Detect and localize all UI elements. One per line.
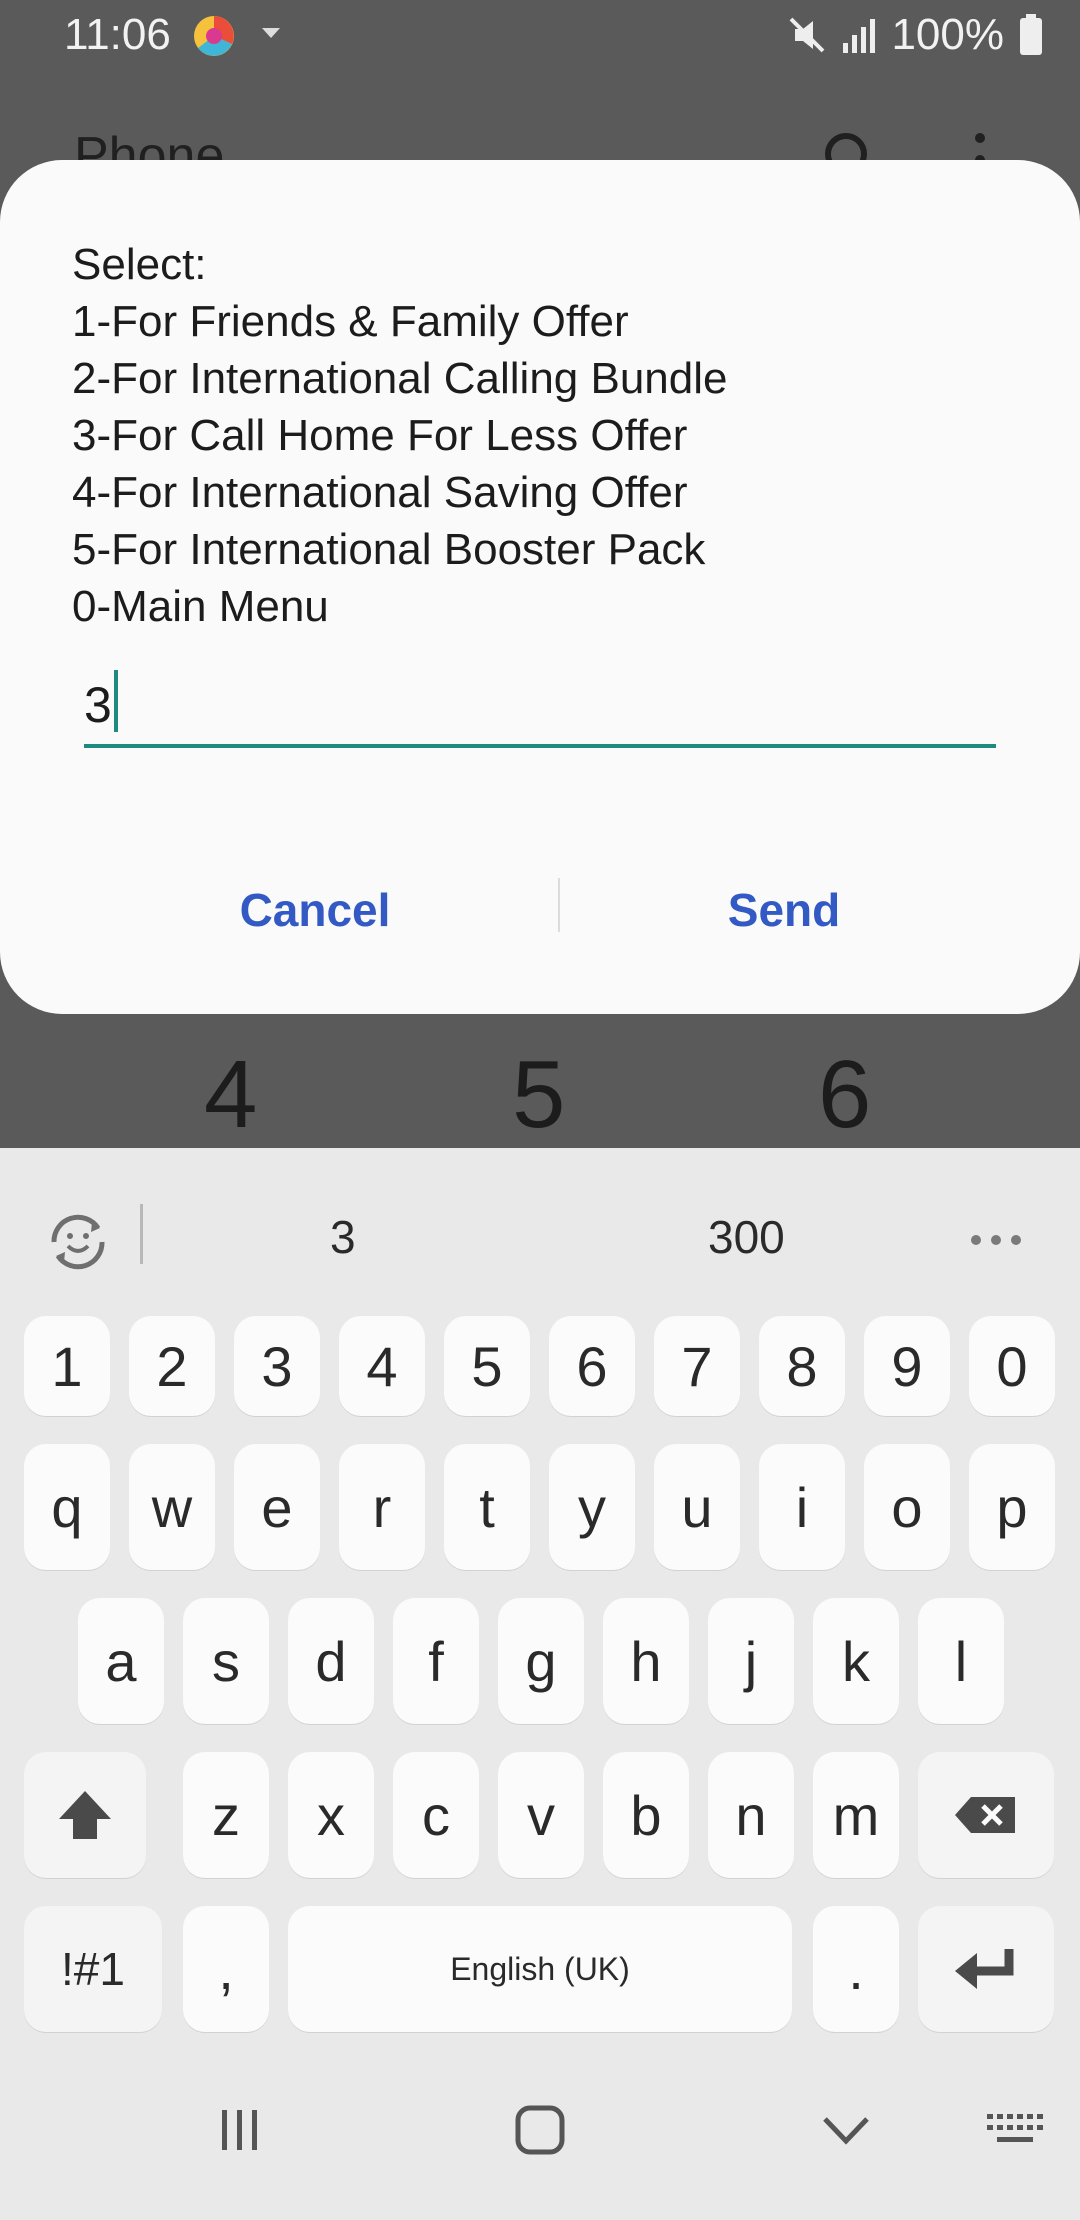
key-k[interactable]: k bbox=[813, 1598, 899, 1724]
comma-key[interactable]: , bbox=[183, 1906, 269, 2032]
send-button[interactable]: Send bbox=[514, 860, 1054, 960]
recent-apps-button[interactable] bbox=[180, 2040, 300, 2220]
keyboard-switch-button[interactable] bbox=[960, 2040, 1070, 2220]
key-7[interactable]: 7 bbox=[654, 1316, 740, 1416]
backspace-key[interactable] bbox=[918, 1752, 1054, 1878]
key-s[interactable]: s bbox=[183, 1598, 269, 1724]
key-y[interactable]: y bbox=[549, 1444, 635, 1570]
key-g[interactable]: g bbox=[498, 1598, 584, 1724]
key-q[interactable]: q bbox=[24, 1444, 110, 1570]
symbols-key[interactable]: !#1 bbox=[24, 1906, 162, 2032]
dial-key-6: 6 bbox=[818, 1041, 872, 1148]
key-e[interactable]: e bbox=[234, 1444, 320, 1570]
key-v[interactable]: v bbox=[498, 1752, 584, 1878]
key-i[interactable]: i bbox=[759, 1444, 845, 1570]
key-f[interactable]: f bbox=[393, 1598, 479, 1724]
battery-icon bbox=[1020, 14, 1042, 55]
dial-key-4: 4 bbox=[204, 1041, 258, 1148]
dial-key-5: 5 bbox=[512, 1041, 566, 1148]
suggestion-2[interactable]: 300 bbox=[708, 1210, 785, 1264]
response-input[interactable]: 3 bbox=[84, 670, 996, 748]
battery-percent: 100% bbox=[891, 10, 1004, 59]
navigation-bar bbox=[0, 2040, 1080, 2220]
enter-key[interactable] bbox=[918, 1906, 1054, 2032]
key-0[interactable]: 0 bbox=[969, 1316, 1055, 1416]
key-b[interactable]: b bbox=[603, 1752, 689, 1878]
key-z[interactable]: z bbox=[183, 1752, 269, 1878]
status-icons: 100% bbox=[787, 10, 1044, 60]
key-a[interactable]: a bbox=[78, 1598, 164, 1724]
key-c[interactable]: c bbox=[393, 1752, 479, 1878]
home-icon bbox=[515, 2105, 565, 2155]
suggestion-1[interactable]: 3 bbox=[330, 1210, 356, 1264]
chevron-down-icon bbox=[823, 2117, 869, 2145]
hide-keyboard-button[interactable] bbox=[786, 2040, 906, 2220]
text-caret bbox=[113, 670, 118, 732]
key-5[interactable]: 5 bbox=[444, 1316, 530, 1416]
suggestion-bar: 3 300 bbox=[0, 1148, 1080, 1328]
home-button[interactable] bbox=[480, 2040, 600, 2220]
enter-icon bbox=[955, 1949, 1014, 1989]
emoji-toggle-icon[interactable] bbox=[42, 1206, 114, 1278]
key-1[interactable]: 1 bbox=[24, 1316, 110, 1416]
status-bar: 11:06 100% bbox=[0, 0, 1080, 72]
key-6[interactable]: 6 bbox=[549, 1316, 635, 1416]
key-h[interactable]: h bbox=[603, 1598, 689, 1724]
mute-icon bbox=[790, 17, 825, 53]
dialog-message: Select: 1-For Friends & Family Offer 2-F… bbox=[72, 240, 728, 631]
suggestion-divider bbox=[140, 1204, 143, 1264]
period-key[interactable]: . bbox=[813, 1906, 899, 2032]
key-d[interactable]: d bbox=[288, 1598, 374, 1724]
key-2[interactable]: 2 bbox=[129, 1316, 215, 1416]
cancel-button[interactable]: Cancel bbox=[45, 860, 585, 960]
dialog-buttons: Cancel Send bbox=[0, 860, 1080, 960]
key-r[interactable]: r bbox=[339, 1444, 425, 1570]
key-w[interactable]: w bbox=[129, 1444, 215, 1570]
key-8[interactable]: 8 bbox=[759, 1316, 845, 1416]
key-3[interactable]: 3 bbox=[234, 1316, 320, 1416]
backspace-icon bbox=[955, 1797, 1015, 1833]
signal-icon bbox=[843, 19, 876, 53]
key-j[interactable]: j bbox=[708, 1598, 794, 1724]
response-input-value: 3 bbox=[84, 677, 112, 733]
space-key[interactable]: English (UK) bbox=[288, 1906, 792, 2032]
recent-apps-icon bbox=[222, 2110, 257, 2150]
key-m[interactable]: m bbox=[813, 1752, 899, 1878]
ussd-dialog: Select: 1-For Friends & Family Offer 2-F… bbox=[0, 160, 1080, 1014]
status-time: 11:06 bbox=[64, 10, 171, 59]
key-l[interactable]: l bbox=[918, 1598, 1004, 1724]
keyboard-icon bbox=[987, 2114, 1043, 2142]
key-u[interactable]: u bbox=[654, 1444, 740, 1570]
more-suggestions-icon[interactable] bbox=[968, 1230, 1024, 1250]
key-n[interactable]: n bbox=[708, 1752, 794, 1878]
key-p[interactable]: p bbox=[969, 1444, 1055, 1570]
key-t[interactable]: t bbox=[444, 1444, 530, 1570]
chrome-canary-icon bbox=[194, 16, 234, 56]
key-o[interactable]: o bbox=[864, 1444, 950, 1570]
key-4[interactable]: 4 bbox=[339, 1316, 425, 1416]
dropdown-icon bbox=[262, 28, 280, 38]
shift-key[interactable] bbox=[24, 1752, 146, 1878]
key-9[interactable]: 9 bbox=[864, 1316, 950, 1416]
key-x[interactable]: x bbox=[288, 1752, 374, 1878]
shift-icon bbox=[59, 1791, 111, 1839]
